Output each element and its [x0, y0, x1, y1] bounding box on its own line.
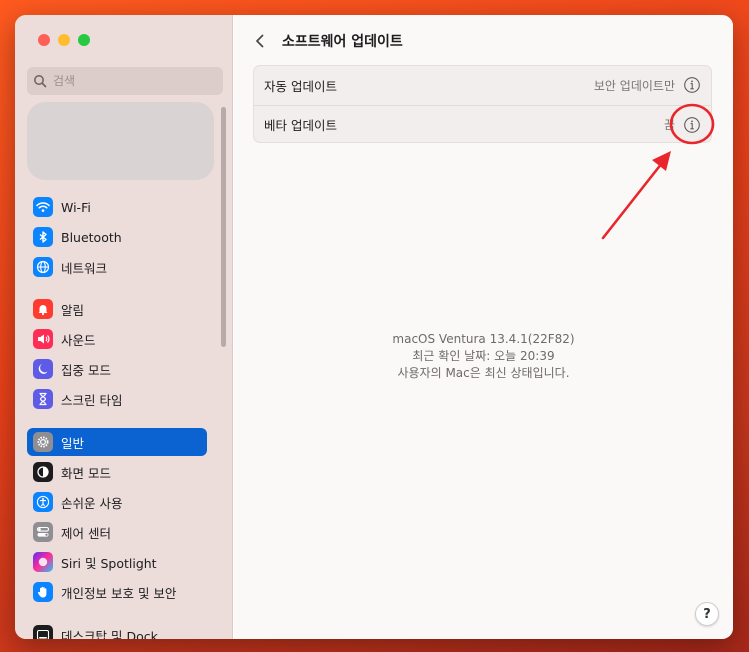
search-icon — [34, 75, 47, 88]
main-pane: 소프트웨어 업데이트 자동 업데이트 보안 업데이트만 베타 업데이트 끔 ma… — [234, 15, 733, 639]
back-chevron-icon[interactable] — [251, 32, 269, 50]
search-field[interactable] — [27, 67, 223, 95]
os-version-text: macOS Ventura 13.4.1(22F82) — [392, 332, 575, 346]
sidebar-item-label: 화면 모드 — [61, 465, 111, 481]
sidebar-item-sound[interactable]: 사운드 — [27, 325, 207, 353]
sidebar-item-appearance[interactable]: 화면 모드 — [27, 458, 207, 486]
sidebar-item-network[interactable]: 네트워크 — [27, 253, 207, 281]
sidebar-item-focus[interactable]: 집중 모드 — [27, 355, 207, 383]
hourglass-icon — [33, 389, 53, 409]
sidebar-item-label: 일반 — [61, 435, 85, 451]
sidebar-item-label: 제어 센터 — [61, 525, 111, 541]
last-checked-text: 최근 확인 날짜: 오늘 20:39 — [412, 349, 555, 363]
siri-icon — [33, 552, 53, 572]
sidebar-scrollbar[interactable] — [221, 107, 226, 347]
dock-icon — [33, 625, 53, 639]
settings-window: Wi-Fi Bluetooth 네트워크 알림 — [15, 15, 733, 639]
sidebar: Wi-Fi Bluetooth 네트워크 알림 — [15, 15, 233, 639]
hand-icon — [33, 582, 53, 602]
automatic-updates-row: 자동 업데이트 보안 업데이트만 — [254, 66, 711, 104]
control-center-icon — [33, 522, 53, 542]
close-window-button[interactable] — [38, 34, 50, 46]
minimize-window-button[interactable] — [58, 34, 70, 46]
window-controls — [38, 34, 90, 46]
gear-icon — [33, 432, 53, 452]
automatic-updates-value: 보안 업데이트만 — [593, 78, 675, 93]
automatic-updates-label: 자동 업데이트 — [264, 78, 337, 94]
bluetooth-icon — [33, 227, 53, 247]
sidebar-item-bluetooth[interactable]: Bluetooth — [27, 223, 207, 251]
sidebar-item-general[interactable]: 일반 — [27, 428, 207, 456]
sidebar-item-notifications[interactable]: 알림 — [27, 295, 207, 323]
update-status-info: macOS Ventura 13.4.1(22F82) 최근 확인 날짜: 오늘… — [234, 331, 733, 382]
bell-icon — [33, 299, 53, 319]
sidebar-item-label: 사운드 — [61, 332, 96, 348]
globe-icon — [33, 257, 53, 277]
sidebar-item-screen-time[interactable]: 스크린 타임 — [27, 385, 207, 413]
speaker-icon — [33, 329, 53, 349]
apple-id-card[interactable] — [27, 102, 214, 180]
beta-updates-info-icon[interactable] — [683, 116, 701, 134]
sidebar-item-label: 스크린 타임 — [61, 392, 123, 408]
up-to-date-text: 사용자의 Mac은 최신 상태입니다. — [397, 366, 570, 380]
beta-updates-row: 베타 업데이트 끔 — [254, 105, 711, 143]
sidebar-item-accessibility[interactable]: 손쉬운 사용 — [27, 488, 207, 516]
sidebar-item-desktop-dock[interactable]: 데스크탑 및 Dock — [27, 621, 207, 639]
sidebar-item-label: 알림 — [61, 302, 85, 318]
automatic-updates-info-icon[interactable] — [683, 76, 701, 94]
sidebar-item-label: 손쉬운 사용 — [61, 495, 123, 511]
search-input[interactable] — [53, 74, 213, 88]
wifi-icon — [33, 197, 53, 217]
beta-updates-value: 끔 — [663, 118, 675, 132]
sidebar-item-label: 집중 모드 — [61, 362, 111, 378]
sidebar-item-label: Siri 및 Spotlight — [61, 555, 157, 571]
sidebar-item-wifi[interactable]: Wi-Fi — [27, 193, 207, 221]
sidebar-item-privacy[interactable]: 개인정보 보호 및 보안 — [27, 578, 207, 606]
sidebar-item-siri[interactable]: Siri 및 Spotlight — [27, 548, 207, 576]
sidebar-item-label: Wi-Fi — [61, 199, 91, 215]
help-button[interactable]: ? — [695, 602, 719, 626]
appearance-icon — [33, 462, 53, 482]
beta-updates-label: 베타 업데이트 — [264, 118, 337, 133]
page-title: 소프트웨어 업데이트 — [282, 34, 403, 50]
sidebar-item-label: 데스크탑 및 Dock — [61, 628, 158, 640]
update-settings-group: 자동 업데이트 보안 업데이트만 베타 업데이트 끔 — [253, 65, 712, 143]
sidebar-item-label: Bluetooth — [61, 229, 122, 245]
sidebar-item-label: 네트워크 — [61, 260, 108, 276]
sidebar-item-label: 개인정보 보호 및 보안 — [61, 585, 177, 601]
moon-icon — [33, 359, 53, 379]
sidebar-item-control-center[interactable]: 제어 센터 — [27, 518, 207, 546]
zoom-window-button[interactable] — [78, 34, 90, 46]
accessibility-icon — [33, 492, 53, 512]
